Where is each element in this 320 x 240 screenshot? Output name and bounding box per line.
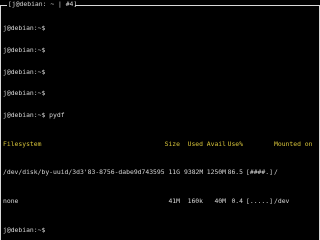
terminal-screen[interactable]: [j@debian: ~ | #4] j@debian:~$ j@debian:… — [0, 0, 320, 240]
usage-bar: [####.] — [246, 168, 273, 177]
filesystem-use-percent: 86.5 — [227, 168, 243, 177]
terminal-output[interactable]: j@debian:~$ j@debian:~$ j@debian:~$ j@de… — [3, 11, 318, 238]
shell-prompt: j@debian:~$ — [3, 46, 46, 54]
filesystem-avail: 1250M — [206, 168, 226, 177]
shell-prompt: j@debian:~$ — [3, 24, 46, 33]
header-mounted-on: Mounted on — [274, 139, 313, 148]
shell-prompt: j@debian:~$ — [3, 89, 46, 98]
filesystem-name: /dev/disk/by-uuid/3d3'83-8756-dabe9d7435… — [3, 168, 165, 177]
window-title: [j@debian: ~ | #4] — [8, 0, 78, 8]
header-size: Size — [164, 139, 180, 148]
filesystem-size: 11G — [168, 168, 180, 177]
usage-bar: [.....] — [246, 197, 273, 206]
window-border-left — [0, 5, 1, 240]
pydf-command-line: j@debian:~$ pydf — [3, 110, 65, 119]
filesystem-row: none 41M 160k 40M 0.4 [.....] /dev — [3, 197, 318, 206]
header-avail: Avail — [206, 139, 226, 148]
filesystem-avail: 40M — [214, 197, 226, 206]
filesystem-size: 41M — [168, 197, 180, 206]
header-use-percent: Use% — [227, 139, 243, 148]
titlebar-rule-right — [75, 4, 320, 6]
shell-prompt: j@debian:~$ — [3, 67, 46, 76]
filesystem-used: 160k — [187, 197, 203, 206]
header-used: Used — [187, 139, 203, 148]
filesystem-use-percent: 0.4 — [231, 197, 243, 206]
pydf-header-row: Filesystem Size Used Avail Use% Mounted … — [3, 139, 318, 148]
mount-point: /dev — [274, 197, 290, 206]
mount-point: / — [274, 168, 278, 177]
filesystem-row: /dev/disk/by-uuid/3d3'83-8756-dabe9d7435… — [3, 169, 318, 176]
titlebar-rule-left — [0, 4, 7, 6]
header-filesystem: Filesystem — [3, 139, 42, 148]
shell-prompt: j@debian:~$ — [3, 225, 46, 234]
filesystem-name: none — [3, 197, 19, 206]
filesystem-used: 9382M — [184, 168, 204, 177]
window-titlebar: [j@debian: ~ | #4] — [0, 0, 320, 10]
